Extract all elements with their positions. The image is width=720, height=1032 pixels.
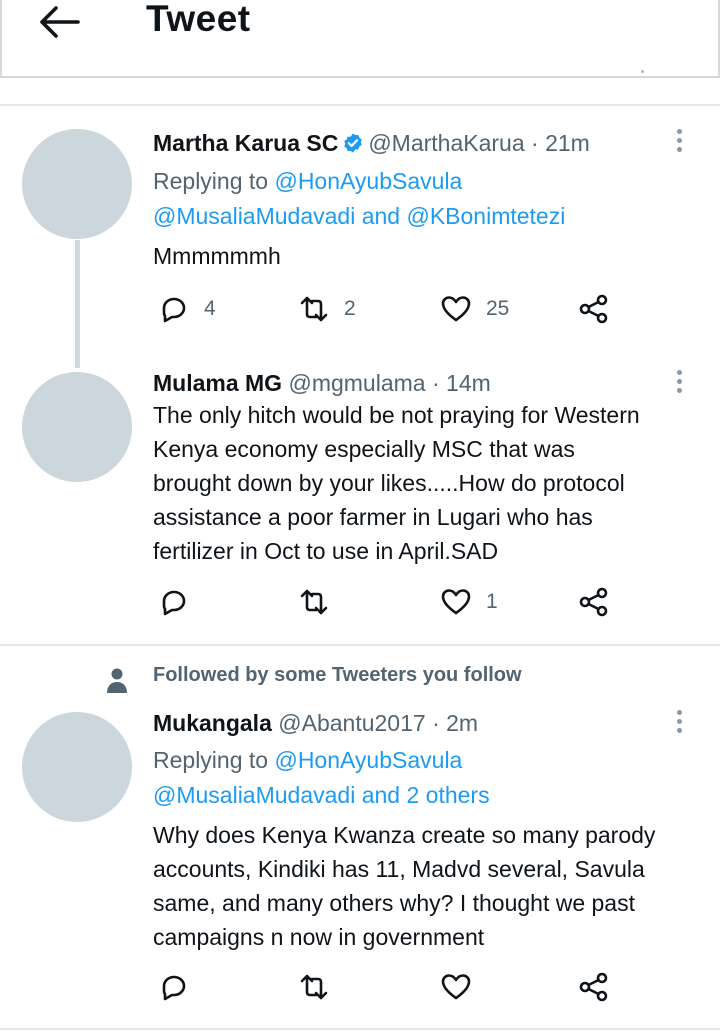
retweet-icon (300, 296, 328, 322)
tweet-text-line: same, and many others why? I thought we … (153, 890, 635, 916)
tweet-text: The only hitch would be not praying for … (153, 398, 693, 568)
like-button[interactable] (440, 970, 472, 1004)
social-context: Followed by some Tweeters you follow (153, 664, 522, 686)
top-bar: Tweet (0, 0, 720, 78)
more-vertical-icon[interactable] (676, 370, 684, 398)
frame-edge-left (0, 0, 2, 78)
tweet-text-line: campaigns n now in government (153, 924, 485, 950)
tweet-text: Mmmmmmh (153, 243, 281, 269)
dot-separator: · (425, 710, 447, 736)
section-divider (0, 104, 720, 106)
handle[interactable]: @Abantu2017 (278, 710, 425, 736)
tweet-text-line: accounts, Kindiki has 11, Madvd several,… (153, 856, 645, 882)
dot-separator: · (524, 130, 546, 156)
tweet-text-line: The only hitch would be not praying for … (153, 402, 640, 428)
heart-icon (441, 589, 471, 615)
tweet-text: Why does Kenya Kwanza create so many par… (153, 818, 693, 954)
avatar[interactable] (22, 129, 132, 239)
reply-button[interactable]: 4 (158, 292, 216, 326)
share-icon (579, 587, 608, 617)
share-icon (579, 294, 608, 324)
display-name[interactable]: Mukangala (153, 710, 272, 736)
reply-button[interactable] (158, 970, 190, 1004)
retweet-button[interactable]: 2 (298, 292, 356, 326)
replying-to-line-2[interactable]: @MusaliaMudavadi and @KBonimtetezi (153, 203, 565, 230)
tweet-header: Mukangala @Abantu2017 · 2m (153, 710, 478, 737)
tweet-divider (0, 644, 720, 646)
replying-to-line-1: Replying to @HonAyubSavula (153, 747, 462, 774)
heart-icon (441, 296, 471, 322)
reply-count: 4 (204, 297, 216, 320)
replying-to-line-1: Replying to @HonAyubSavula (153, 168, 462, 195)
avatar[interactable] (22, 372, 132, 482)
tweet-text-line: brought down by your likes.....How do pr… (153, 470, 625, 496)
more-vertical-icon[interactable] (676, 710, 684, 738)
tweet-header: Mulama MG @mgmulama · 14m (153, 370, 491, 397)
tweet-text-line: fertilizer in Oct to use in April.SAD (153, 538, 499, 564)
tweet-divider (0, 1028, 720, 1030)
avatar[interactable] (22, 712, 132, 822)
dot-separator: · (425, 370, 447, 396)
timestamp[interactable]: 2m (446, 710, 478, 736)
mention-link[interactable]: @HonAyubSavula (274, 747, 462, 773)
retweet-button[interactable] (298, 585, 330, 619)
handle[interactable]: @mgmulama (288, 370, 425, 396)
tweet-text-line: Kenya economy especially MSC that was (153, 436, 575, 462)
replying-to-label: Replying to (153, 747, 275, 773)
handle[interactable]: @MarthaKarua (368, 130, 524, 156)
person-icon (107, 668, 127, 693)
more-vertical-icon[interactable] (676, 129, 684, 157)
tweet-text-line: assistance a poor farmer in Lugari who h… (153, 504, 593, 530)
arrow-left-icon[interactable] (38, 4, 80, 40)
replying-to-label: Replying to (153, 168, 275, 194)
tweet-header: Martha Karua SC @MarthaKarua · 21m (153, 130, 590, 157)
timestamp[interactable]: 21m (545, 130, 590, 156)
reply-button[interactable] (158, 585, 190, 619)
like-count: 1 (486, 590, 498, 613)
reply-icon (162, 975, 186, 1001)
top-bar-divider (0, 76, 720, 78)
verified-badge-icon (344, 133, 363, 153)
share-icon (579, 972, 608, 1002)
retweet-button[interactable] (298, 970, 330, 1004)
retweet-count: 2 (344, 297, 356, 320)
heart-icon (441, 974, 471, 1000)
mention-link[interactable]: @HonAyubSavula (274, 168, 462, 194)
like-button[interactable]: 25 (440, 292, 509, 326)
replying-to-line-2[interactable]: @MusaliaMudavadi and 2 others (153, 782, 490, 809)
like-button[interactable]: 1 (440, 585, 498, 619)
timestamp[interactable]: 14m (446, 370, 491, 396)
retweet-icon (300, 974, 328, 1000)
reply-icon (162, 590, 186, 616)
thread-connector (75, 240, 80, 368)
display-name[interactable]: Martha Karua SC (153, 130, 338, 156)
scroll-hint-dot (641, 70, 644, 73)
share-button[interactable] (578, 292, 610, 326)
tweet-text-line: Why does Kenya Kwanza create so many par… (153, 822, 656, 848)
share-button[interactable] (578, 970, 610, 1004)
share-button[interactable] (578, 585, 610, 619)
like-count: 25 (486, 297, 510, 320)
reply-icon (162, 297, 186, 323)
page-title: Tweet (146, 0, 251, 39)
display-name[interactable]: Mulama MG (153, 370, 282, 396)
retweet-icon (300, 589, 328, 615)
